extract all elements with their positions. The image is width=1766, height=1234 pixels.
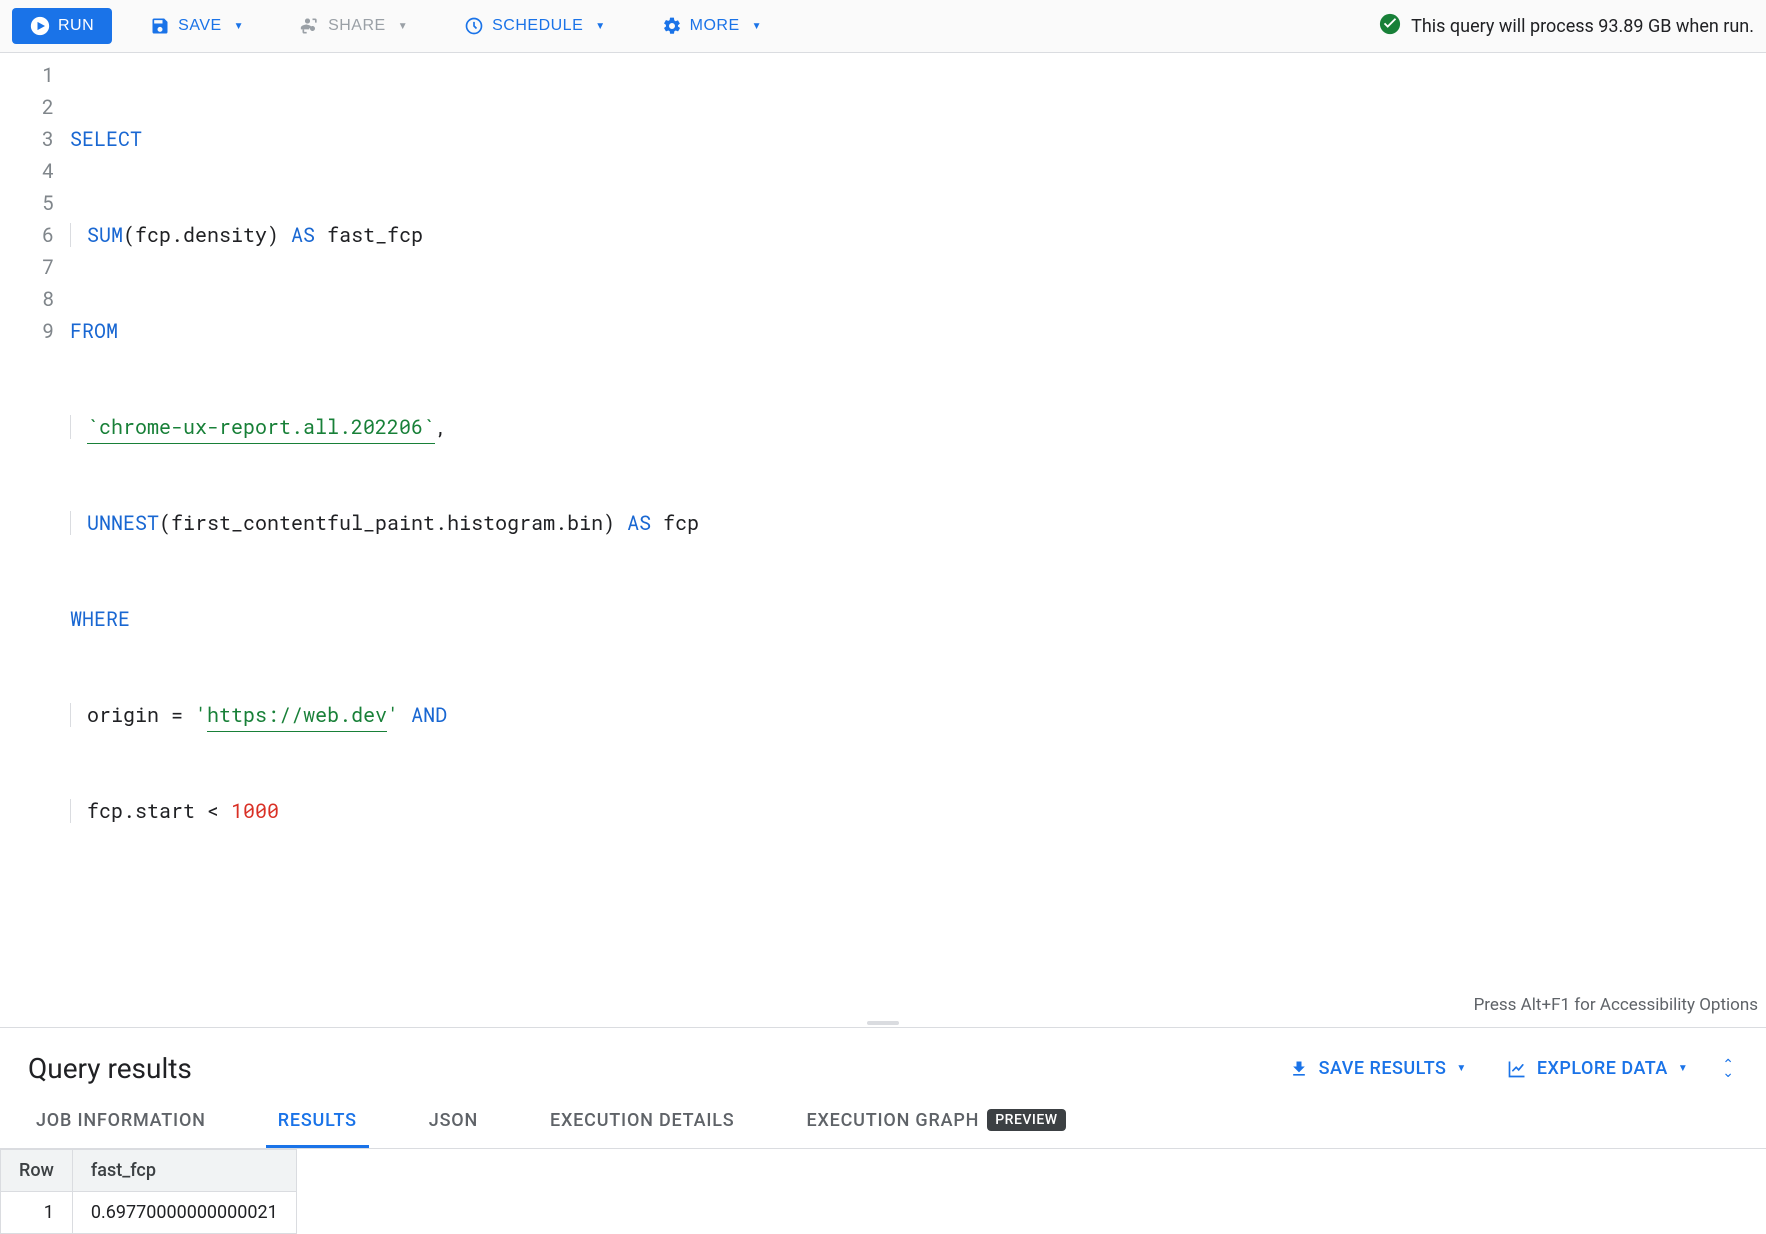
fn-sum: SUM (87, 219, 123, 251)
save-results-label: SAVE RESULTS (1319, 1058, 1447, 1079)
line-number: 5 (0, 187, 54, 219)
chevron-down-icon: ▼ (234, 21, 244, 32)
save-button[interactable]: SAVE ▼ (132, 8, 262, 44)
checkmark-icon (1379, 13, 1401, 40)
play-icon (30, 16, 50, 36)
line-number: 6 (0, 219, 54, 251)
table-name: `chrome-ux-report.all.202206` (87, 411, 435, 444)
explore-data-button[interactable]: EXPLORE DATA ▼ (1497, 1052, 1698, 1085)
fn-unnest: UNNEST (87, 507, 159, 539)
expand-collapse-button[interactable]: ⌃ ⌄ (1718, 1057, 1738, 1081)
tab-execution-details[interactable]: EXECUTION DETAILS (538, 1096, 746, 1148)
chevron-down-icon: ▼ (1678, 1063, 1688, 1074)
chevron-down-icon: ▼ (595, 21, 605, 32)
share-button[interactable]: SHARE ▼ (282, 8, 426, 44)
table-row[interactable]: 1 0.69770000000000021 (1, 1192, 297, 1234)
table-header-row: Row fast_fcp (1, 1150, 297, 1192)
cell-row-number: 1 (1, 1192, 73, 1234)
chart-icon (1507, 1059, 1527, 1079)
query-status: This query will process 93.89 GB when ru… (1379, 13, 1754, 40)
share-label: SHARE (328, 17, 386, 35)
results-header: Query results SAVE RESULTS ▼ EXPLORE DAT… (0, 1028, 1766, 1095)
gear-icon (662, 16, 682, 36)
status-text: This query will process 93.89 GB when ru… (1411, 16, 1754, 37)
query-toolbar: RUN SAVE ▼ SHARE ▼ SCHEDULE ▼ MORE ▼ Thi… (0, 0, 1766, 53)
tab-json[interactable]: JSON (417, 1096, 490, 1148)
tab-job-information[interactable]: JOB INFORMATION (24, 1096, 218, 1148)
save-icon (150, 16, 170, 36)
chevron-up-icon: ⌃ (1722, 1061, 1734, 1069)
col-header-fast-fcp: fast_fcp (72, 1150, 296, 1192)
sql-editor[interactable]: 1 2 3 4 5 6 7 8 9 SELECT SUM(fcp.density… (0, 53, 1766, 1028)
resize-handle[interactable] (867, 1021, 899, 1025)
line-number: 2 (0, 91, 54, 123)
run-label: RUN (58, 17, 94, 35)
save-label: SAVE (178, 17, 222, 35)
line-number: 7 (0, 251, 54, 283)
run-button[interactable]: RUN (12, 8, 112, 44)
save-results-button[interactable]: SAVE RESULTS ▼ (1279, 1052, 1477, 1085)
schedule-icon (464, 16, 484, 36)
chevron-down-icon: ▼ (398, 21, 408, 32)
code-area[interactable]: SELECT SUM(fcp.density) AS fast_fcp FROM… (70, 59, 1766, 987)
share-icon (300, 16, 320, 36)
download-icon (1289, 1059, 1309, 1079)
line-number: 8 (0, 283, 54, 315)
chevron-down-icon: ▼ (752, 21, 762, 32)
schedule-label: SCHEDULE (492, 17, 583, 35)
tab-execution-graph[interactable]: EXECUTION GRAPH PREVIEW (794, 1095, 1077, 1148)
explore-data-label: EXPLORE DATA (1537, 1058, 1668, 1079)
results-title: Query results (28, 1052, 192, 1085)
chevron-down-icon: ▼ (1456, 1063, 1466, 1074)
results-table: Row fast_fcp 1 0.69770000000000021 (0, 1149, 297, 1234)
col-header-row: Row (1, 1150, 73, 1192)
accessibility-hint: Press Alt+F1 for Accessibility Options (1474, 989, 1758, 1021)
line-number: 3 (0, 123, 54, 155)
keyword-where: WHERE (70, 603, 130, 635)
more-button[interactable]: MORE ▼ (644, 8, 780, 44)
preview-badge: PREVIEW (987, 1109, 1065, 1131)
tab-results[interactable]: RESULTS (266, 1096, 369, 1148)
line-number: 9 (0, 315, 54, 347)
cell-fast-fcp: 0.69770000000000021 (72, 1192, 296, 1234)
keyword-from: FROM (70, 315, 118, 347)
chevron-down-icon: ⌄ (1722, 1069, 1734, 1077)
results-tabs: JOB INFORMATION RESULTS JSON EXECUTION D… (0, 1095, 1766, 1149)
line-gutter: 1 2 3 4 5 6 7 8 9 (0, 59, 70, 987)
line-number: 1 (0, 59, 54, 91)
more-label: MORE (690, 17, 740, 35)
line-number: 4 (0, 155, 54, 187)
keyword-select: SELECT (70, 123, 142, 155)
schedule-button[interactable]: SCHEDULE ▼ (446, 8, 624, 44)
